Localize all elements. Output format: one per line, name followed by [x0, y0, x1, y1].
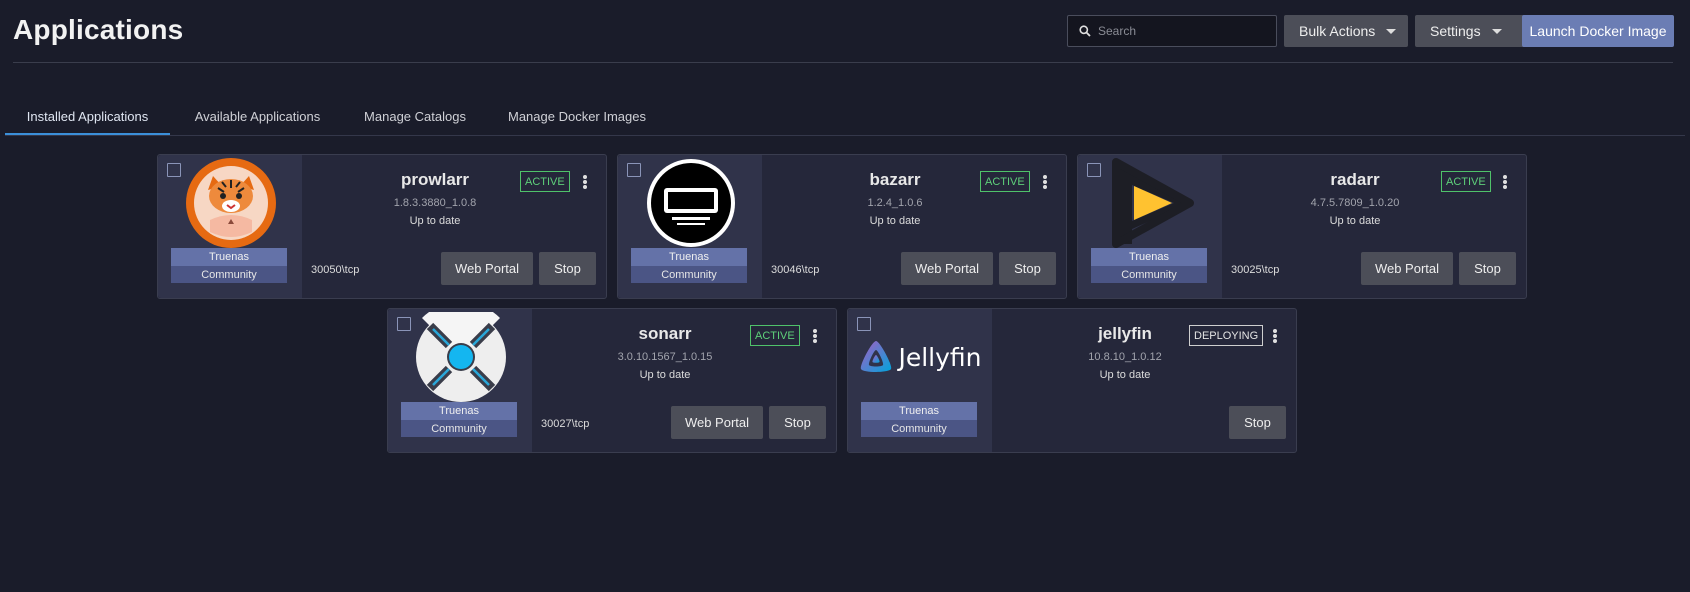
app-port: 30027\tcp [541, 418, 590, 430]
caret-down-icon [1491, 28, 1502, 34]
app-update-status: Up to date [1099, 369, 1151, 381]
web-portal-button[interactable]: Web Portal [901, 252, 993, 285]
web-portal-button[interactable]: Web Portal [441, 252, 533, 285]
more-options-icon[interactable] [1270, 327, 1280, 345]
radarr-play-icon [1105, 157, 1197, 249]
select-checkbox[interactable] [627, 163, 641, 177]
stop-button[interactable]: Stop [769, 406, 826, 439]
jellyfin-logo-text: Jellyfin [898, 342, 982, 372]
launch-docker-image-button[interactable]: Launch Docker Image [1522, 15, 1674, 47]
search-box[interactable] [1067, 15, 1277, 47]
tab-manage-docker-images[interactable]: Manage Docker Images [492, 96, 662, 136]
status-badge: ACTIVE [980, 171, 1030, 192]
status-badge: DEPLOYING [1189, 325, 1264, 346]
app-version: 10.8.10_1.0.12 [1088, 351, 1162, 363]
train-label: Truenas [1091, 248, 1207, 266]
train-label: Truenas [171, 248, 287, 266]
web-portal-button[interactable]: Web Portal [1361, 252, 1453, 285]
caret-down-icon [1386, 28, 1397, 34]
train-sub-label: Community [171, 266, 287, 283]
settings-label: Settings [1430, 23, 1481, 39]
search-input[interactable] [1098, 24, 1258, 38]
tab-available-applications[interactable]: Available Applications [175, 96, 340, 136]
bulk-actions-button[interactable]: Bulk Actions [1284, 15, 1408, 47]
select-checkbox[interactable] [397, 317, 411, 331]
prowlarr-tiger-icon [185, 157, 277, 249]
sonarr-icon [415, 311, 507, 403]
app-update-status: Up to date [1329, 215, 1381, 227]
app-card-bazarr: Truenas Community bazarr ACTIVE 1.2.4_1.… [617, 154, 1067, 299]
app-card-sonarr: Truenas Community sonarr ACTIVE 3.0.10.1… [387, 308, 837, 453]
app-version: 3.0.10.1567_1.0.15 [617, 351, 713, 363]
app-version: 4.7.5.7809_1.0.20 [1310, 197, 1400, 209]
train-sub-label: Community [861, 420, 977, 437]
status-badge: ACTIVE [520, 171, 570, 192]
train-sub-label: Community [631, 266, 747, 283]
app-port: 30025\tcp [1231, 264, 1280, 276]
header-divider [13, 62, 1673, 63]
app-version: 1.8.3.3880_1.0.8 [393, 197, 477, 209]
more-options-icon[interactable] [580, 173, 590, 191]
page-title: Applications [13, 14, 184, 45]
app-card-sidebar: Truenas Community [388, 309, 532, 452]
train-sub-label: Community [1091, 266, 1207, 283]
app-port: 30050\tcp [311, 264, 360, 276]
search-icon [1079, 25, 1091, 37]
status-badge: ACTIVE [750, 325, 800, 346]
app-card-sidebar: Truenas Community [618, 155, 762, 298]
more-options-icon[interactable] [1040, 173, 1050, 191]
app-update-status: Up to date [639, 369, 691, 381]
app-update-status: Up to date [869, 215, 921, 227]
more-options-icon[interactable] [810, 327, 820, 345]
tabs-divider [5, 135, 1685, 136]
page-header: Applications Bulk Actions Settings Launc… [0, 0, 1690, 64]
tab-installed-applications[interactable]: Installed Applications [5, 96, 170, 136]
app-update-status: Up to date [409, 215, 461, 227]
train-label: Truenas [401, 402, 517, 420]
app-version: 1.2.4_1.0.6 [867, 197, 923, 209]
train-sub-label: Community [401, 420, 517, 437]
select-checkbox[interactable] [1087, 163, 1101, 177]
app-card-prowlarr: Truenas Community prowlarr ACTIVE 1.8.3.… [157, 154, 607, 299]
stop-button[interactable]: Stop [1229, 406, 1286, 439]
jellyfin-logo-icon: Jellyfin [854, 311, 986, 403]
stop-button[interactable]: Stop [999, 252, 1056, 285]
stop-button[interactable]: Stop [1459, 252, 1516, 285]
app-card-sidebar: Jellyfin Truenas Community [848, 309, 992, 452]
tab-manage-catalogs[interactable]: Manage Catalogs [350, 96, 480, 136]
select-checkbox[interactable] [167, 163, 181, 177]
train-label: Truenas [861, 402, 977, 420]
app-card-radarr: Truenas Community radarr ACTIVE 4.7.5.78… [1077, 154, 1527, 299]
app-card-sidebar: Truenas Community [1078, 155, 1222, 298]
train-label: Truenas [631, 248, 747, 266]
app-port: 30046\tcp [771, 264, 820, 276]
settings-button[interactable]: Settings [1415, 15, 1529, 47]
web-portal-button[interactable]: Web Portal [671, 406, 763, 439]
stop-button[interactable]: Stop [539, 252, 596, 285]
status-badge: ACTIVE [1441, 171, 1491, 192]
bulk-actions-label: Bulk Actions [1299, 23, 1376, 39]
app-card-sidebar: Truenas Community [158, 155, 302, 298]
bazarr-screen-icon [645, 157, 737, 249]
more-options-icon[interactable] [1500, 173, 1510, 191]
app-card-jellyfin: Jellyfin Truenas Community jellyfin DEPL… [847, 308, 1297, 453]
